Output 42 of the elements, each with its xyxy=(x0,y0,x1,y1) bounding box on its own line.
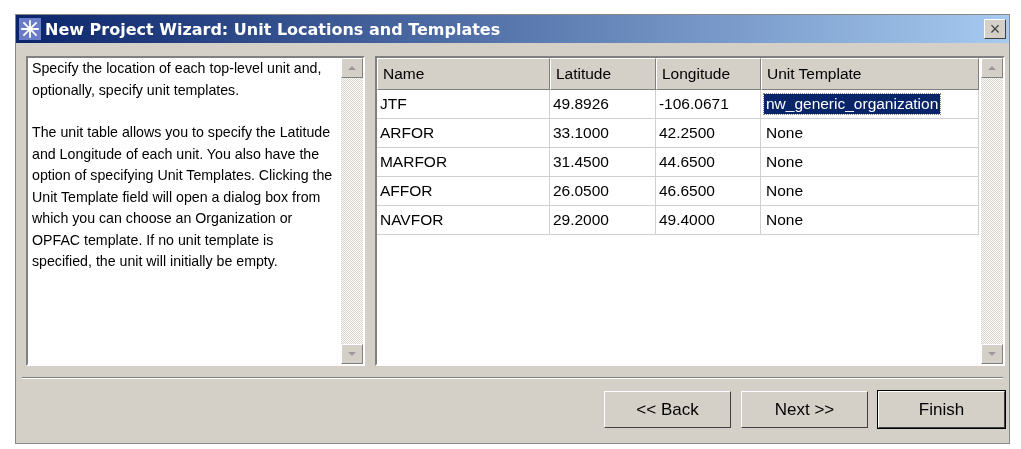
column-header[interactable]: Longitude xyxy=(655,58,761,90)
up-arrow-icon xyxy=(987,65,997,71)
table-cell: 42.2500 xyxy=(655,119,761,148)
column-header[interactable]: Latitude xyxy=(549,58,656,90)
up-arrow-icon xyxy=(346,65,357,71)
instructions-text: The unit table allows you to specify the Latitude and Longitude of each unit. You also have the option of specifying Unit Templates. Clicking the Unit Template field will open a dialog box from which you can choose an Organization or OPFAC template. If no unit template is specified, the unit will initially be empty. xyxy=(32,123,334,271)
scroll-down-button[interactable] xyxy=(981,344,1003,364)
table-cell: NAVFOR xyxy=(376,206,550,235)
table-cell: AFFOR xyxy=(376,177,550,206)
table-cell: 29.2000 xyxy=(549,206,656,235)
table-cell: 26.0500 xyxy=(549,177,656,206)
scrollbar[interactable] xyxy=(340,58,363,364)
column-header[interactable]: Name xyxy=(376,58,550,90)
table-cell[interactable]: None xyxy=(763,152,805,172)
wizard-button[interactable]: Next >> xyxy=(741,391,868,428)
down-arrow-icon xyxy=(346,351,357,357)
table-cell[interactable]: None xyxy=(763,181,805,201)
table-cell: 46.6500 xyxy=(655,177,761,206)
table-cell: 33.1000 xyxy=(549,119,656,148)
scroll-down-button[interactable] xyxy=(340,344,363,364)
scroll-up-button[interactable] xyxy=(981,58,1003,78)
table-cell[interactable]: None xyxy=(763,123,805,143)
table-cell: 44.6500 xyxy=(655,148,761,177)
down-arrow-icon xyxy=(987,351,997,357)
window-title: New Project Wizard: Unit Locations and Templates xyxy=(45,19,502,39)
table-cell: 49.4000 xyxy=(655,206,761,235)
table-cell: 49.8926 xyxy=(549,90,656,119)
table-cell: 31.4500 xyxy=(549,148,656,177)
table-cell: MARFOR xyxy=(376,148,550,177)
table-cell: ARFOR xyxy=(376,119,550,148)
star-icon xyxy=(19,18,41,40)
table-cell[interactable]: nw_generic_organization xyxy=(763,94,941,114)
scrollbar[interactable] xyxy=(981,58,1003,364)
wizard-button[interactable]: << Back xyxy=(604,391,731,428)
wizard-button[interactable]: Finish xyxy=(878,391,1005,428)
table-cell[interactable]: None xyxy=(763,210,805,230)
table-cell: -106.0671 xyxy=(655,90,761,119)
column-header[interactable]: Unit Template xyxy=(760,58,979,90)
table-cell: JTF xyxy=(376,90,550,119)
scroll-up-button[interactable] xyxy=(340,58,363,78)
close-button[interactable]: × xyxy=(984,19,1006,39)
instructions-text: Specify the location of each top-level unit and, optionally, specify unit templates. xyxy=(32,59,323,100)
